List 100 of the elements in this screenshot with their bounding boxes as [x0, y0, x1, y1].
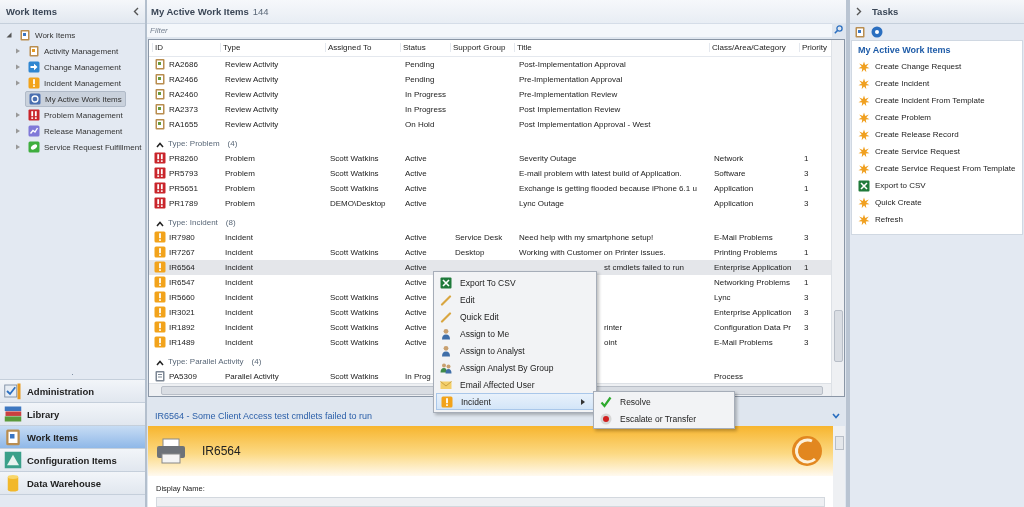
- column-header[interactable]: Support Group: [450, 43, 514, 53]
- workspace-button[interactable]: Work Items: [0, 426, 145, 449]
- task-link[interactable]: Create Problem: [858, 109, 1022, 126]
- person-icon: [440, 344, 452, 357]
- tree-item[interactable]: Work Items: [16, 28, 79, 42]
- tree-item[interactable]: Service Request Fulfillment: [25, 140, 145, 154]
- workspace-button[interactable]: Administration: [0, 380, 145, 403]
- menu-item[interactable]: Export To CSV: [436, 274, 594, 291]
- table-cell: Post-Implementation Approval: [519, 59, 626, 69]
- table-cell: Scott Watkins: [330, 168, 379, 178]
- menu-item[interactable]: Assign Analyst By Group: [436, 359, 594, 376]
- triangle-icon: [4, 451, 22, 469]
- double-exclamation-icon: [154, 182, 166, 195]
- menu-item[interactable]: Escalate or Transfer: [596, 410, 732, 427]
- starburst-icon: [858, 94, 870, 107]
- workspace-button[interactable]: Configuration Items: [0, 449, 145, 472]
- table-cell: Service Desk: [455, 232, 503, 242]
- collapse-caret-icon[interactable]: [156, 220, 164, 227]
- clipboard-icon: [154, 58, 166, 71]
- menu-item[interactable]: Assign to Me: [436, 325, 594, 342]
- menu-item[interactable]: Assign to Analyst: [436, 342, 594, 359]
- table-cell: IR5660: [169, 292, 195, 302]
- table-cell: Post Implementation Approval - West: [519, 119, 651, 129]
- vertical-scrollbar[interactable]: [833, 426, 845, 507]
- task-link[interactable]: Export to CSV: [858, 177, 1022, 194]
- column-header[interactable]: Title: [514, 43, 709, 53]
- clipboard-icon: [4, 428, 22, 446]
- table-cell: Review Activity: [225, 104, 279, 114]
- printer-icon: [156, 438, 186, 464]
- table-cell: rinter: [604, 322, 623, 332]
- workspace-button[interactable]: Library: [0, 403, 145, 426]
- group-label: Type: Incident: [168, 217, 218, 227]
- chevron-down-icon[interactable]: [832, 413, 840, 420]
- table-cell: Severity Outage: [519, 153, 577, 163]
- collapse-caret-icon[interactable]: [156, 359, 164, 366]
- menu-item[interactable]: Quick Edit: [436, 308, 594, 325]
- exclamation-icon: [154, 306, 166, 319]
- table-cell: Working with Customer on Printer issues.: [519, 247, 666, 257]
- table-cell: Pending: [405, 59, 435, 69]
- table-cell: Review Activity: [225, 89, 279, 99]
- task-link[interactable]: Create Release Record: [858, 126, 1022, 143]
- selected-row[interactable]: IR6564 Incident Active st cmdlets failed to run Enterprise Application 1: [149, 259, 831, 275]
- table-cell: Pre-Implementation Approval: [519, 74, 623, 84]
- input-field[interactable]: [156, 497, 825, 507]
- people-icon: [440, 361, 452, 374]
- clipboard-icon: [154, 370, 166, 383]
- tree-item[interactable]: Release Management: [25, 124, 126, 138]
- column-header[interactable]: Assigned To: [325, 43, 400, 53]
- exclamation-icon: [28, 77, 40, 89]
- workspace-button[interactable]: Data Warehouse: [0, 472, 145, 495]
- table-cell: Enterprise Application: [714, 262, 792, 272]
- table-cell: Active: [405, 168, 427, 178]
- pill-icon: [28, 141, 40, 153]
- vertical-scrollbar[interactable]: [831, 39, 844, 396]
- exclamation-icon: [154, 321, 166, 334]
- column-header[interactable]: Class/Area/Category: [709, 43, 799, 53]
- tree-item[interactable]: Incident Management: [25, 76, 124, 90]
- tree-item[interactable]: Activity Management: [25, 44, 122, 58]
- table-cell: Problem: [225, 198, 255, 208]
- menu-item[interactable]: Email Affected User: [436, 376, 594, 393]
- table-cell: Network: [714, 153, 744, 163]
- exclamation-icon: [154, 261, 166, 274]
- task-link[interactable]: Create Change Request: [858, 58, 1022, 75]
- column-header[interactable]: Type: [220, 43, 325, 53]
- task-link[interactable]: Refresh: [858, 211, 1022, 228]
- exclamation-icon: [154, 291, 166, 304]
- search-icon[interactable]: [834, 25, 843, 35]
- envelope-icon: [440, 378, 452, 391]
- menu-item[interactable]: Edit: [436, 291, 594, 308]
- starburst-icon: [858, 213, 870, 226]
- double-exclamation-icon: [154, 152, 166, 165]
- collapse-icon[interactable]: [133, 7, 139, 16]
- menu-item[interactable]: Resolve: [596, 393, 732, 410]
- tree-item[interactable]: Problem Management: [25, 108, 126, 122]
- table-cell: Scott Watkins: [330, 322, 379, 332]
- clipboard-icon: [28, 45, 40, 57]
- logo-icon: [791, 434, 825, 468]
- column-header[interactable]: Status: [400, 43, 450, 53]
- task-link[interactable]: Quick Create: [858, 194, 1022, 211]
- task-link[interactable]: Create Incident From Template: [858, 92, 1022, 109]
- task-link[interactable]: Create Incident: [858, 75, 1022, 92]
- menu-item[interactable]: Incident: [436, 393, 594, 410]
- table-cell: RA1655: [169, 119, 198, 129]
- table-cell: oint: [604, 337, 617, 347]
- chart-icon: [28, 125, 40, 137]
- expand-icon[interactable]: [856, 7, 862, 16]
- task-link[interactable]: Create Service Request From Template: [858, 160, 1022, 177]
- tree-item[interactable]: Change Management: [25, 60, 124, 74]
- table-cell: Desktop: [455, 247, 485, 257]
- column-header[interactable]: ID: [152, 43, 220, 53]
- table-cell: Networking Problems: [714, 277, 791, 287]
- starburst-icon: [858, 162, 870, 175]
- task-link[interactable]: Create Service Request: [858, 143, 1022, 160]
- exclamation-icon: [154, 231, 166, 244]
- collapse-caret-icon[interactable]: [156, 141, 164, 148]
- table-cell: Scott Watkins: [330, 247, 379, 257]
- expand-arrow-icon[interactable]: [6, 32, 12, 38]
- dot-icon: [600, 412, 612, 425]
- double-exclamation-icon: [154, 197, 166, 210]
- tree-item[interactable]: My Active Work Items: [25, 91, 126, 107]
